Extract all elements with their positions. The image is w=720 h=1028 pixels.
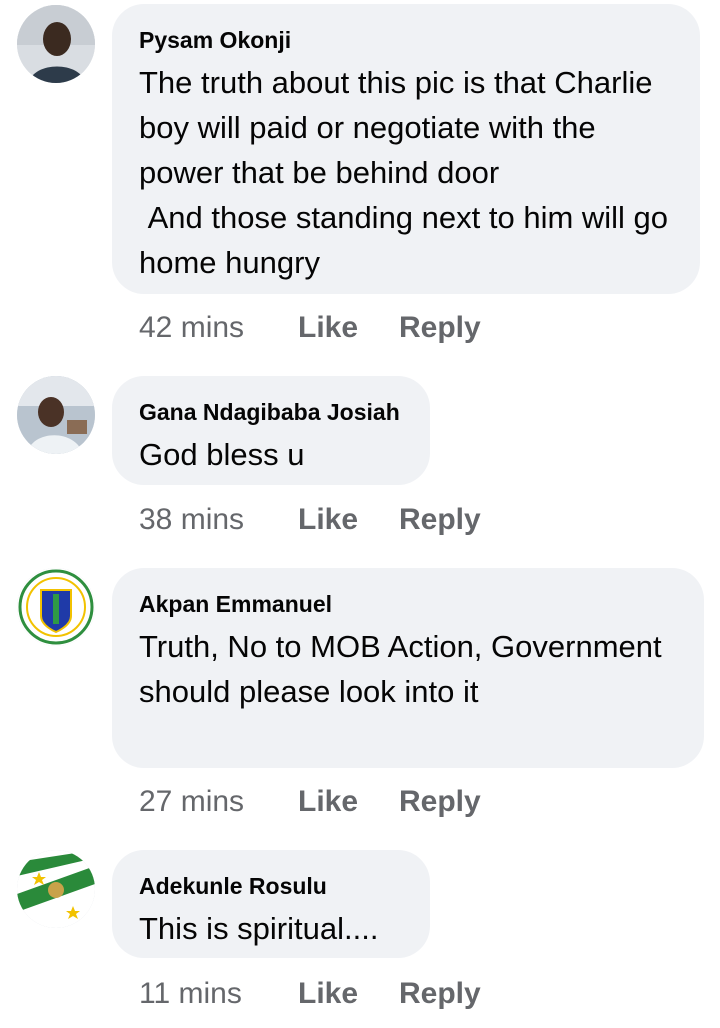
like-button[interactable]: Like [298, 503, 399, 537]
comment-author[interactable]: Adekunle Rosulu [139, 872, 404, 900]
avatar[interactable] [17, 376, 95, 454]
comment-text: This is spiritual.... [139, 911, 379, 946]
comment-timestamp: 27 mins [139, 785, 245, 818]
comment-text: God bless u [139, 437, 305, 472]
like-button[interactable]: Like [298, 311, 399, 345]
comment-bubble: Adekunle Rosulu This is spiritual.... [112, 850, 430, 958]
comment-bubble: Pysam Okonji The truth about this pic is… [112, 4, 700, 294]
comment-timestamp: 11 mins [139, 977, 242, 1010]
reply-button[interactable]: Reply [399, 977, 481, 1011]
comment-timestamp: 38 mins [139, 503, 245, 536]
reply-button[interactable]: Reply [399, 785, 481, 819]
comment-text: Truth, No to MOB Action, Government shou… [139, 629, 671, 709]
comment-timestamp: 42 mins [139, 311, 245, 344]
reply-button[interactable]: Reply [399, 311, 481, 345]
comment-actions: 42 mins Like Reply [139, 308, 481, 348]
avatar[interactable] [17, 850, 95, 928]
comment-actions: 38 mins Like Reply [139, 500, 481, 540]
comment-bubble: Akpan Emmanuel Truth, No to MOB Action, … [112, 568, 704, 768]
comment-bubble: Gana Ndagibaba Josiah God bless u [112, 376, 430, 485]
comment-actions: 11 mins Like Reply [139, 974, 481, 1014]
like-button[interactable]: Like [298, 785, 399, 819]
comment-author[interactable]: Gana Ndagibaba Josiah [139, 398, 404, 426]
comment-author[interactable]: Pysam Okonji [139, 26, 674, 54]
comment-text: The truth about this pic is that Charlie… [139, 65, 669, 280]
avatar[interactable] [17, 5, 95, 83]
reply-button[interactable]: Reply [399, 503, 481, 537]
like-button[interactable]: Like [298, 977, 399, 1011]
comment-actions: 27 mins Like Reply [139, 782, 481, 822]
comment-author[interactable]: Akpan Emmanuel [139, 590, 678, 618]
avatar[interactable] [17, 568, 95, 646]
